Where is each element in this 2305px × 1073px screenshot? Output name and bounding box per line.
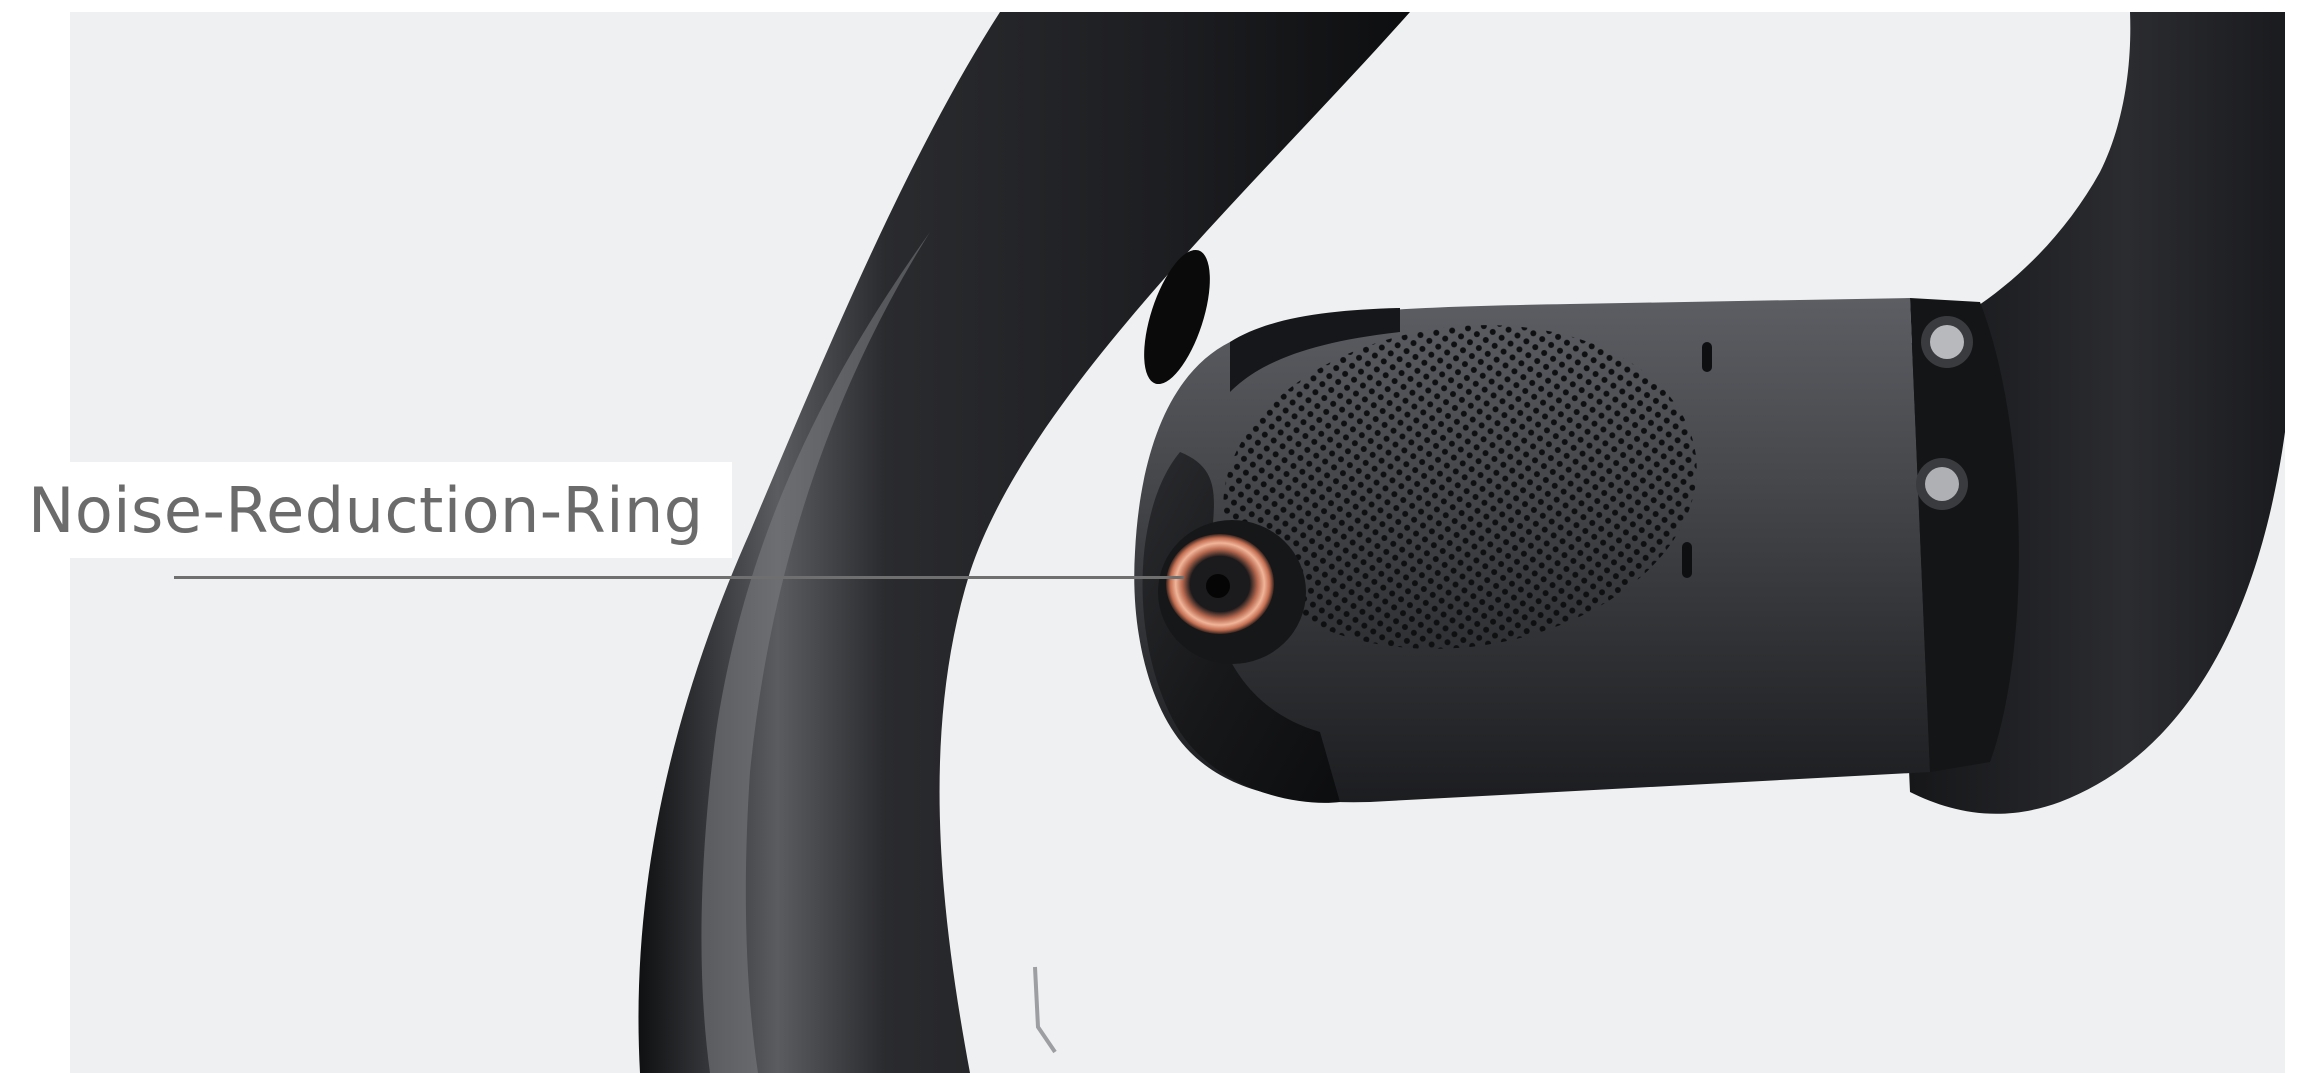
callout-leader-line <box>174 576 1184 579</box>
callout-label: Noise-Reduction-Ring <box>0 462 732 558</box>
